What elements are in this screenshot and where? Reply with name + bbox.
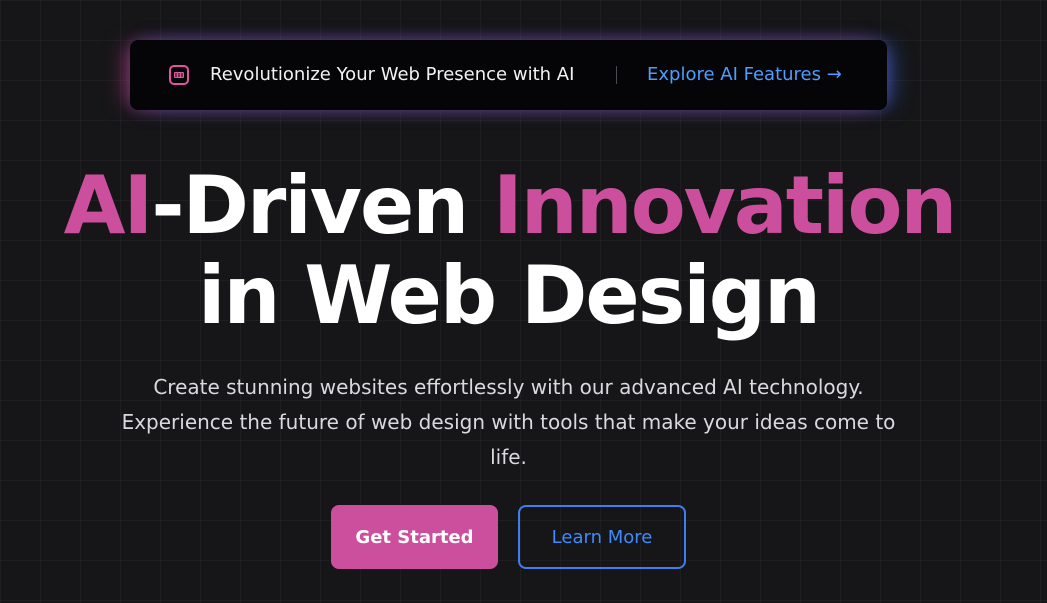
headline-ai-word: AI xyxy=(63,159,154,252)
hero-headline-line-2: in Web Design xyxy=(198,249,821,342)
banner-divider xyxy=(616,66,617,84)
announcement-banner: Revolutionize Your Web Presence with AI … xyxy=(130,40,887,110)
learn-more-button[interactable]: Learn More xyxy=(518,505,686,569)
headline-innovation-word: Innovation xyxy=(493,159,957,252)
hero-headline-line-1: AI-Driven Innovation xyxy=(0,158,1033,254)
banner-text: Revolutionize Your Web Presence with AI xyxy=(210,64,575,85)
hero-subtitle: Create stunning websites effortlessly wi… xyxy=(121,375,896,469)
calendar-icon xyxy=(169,65,189,85)
headline-driven-word: -Driven xyxy=(151,159,494,252)
explore-ai-features-link[interactable]: Explore AI Features → xyxy=(647,40,842,110)
get-started-button[interactable]: Get Started xyxy=(331,505,498,569)
